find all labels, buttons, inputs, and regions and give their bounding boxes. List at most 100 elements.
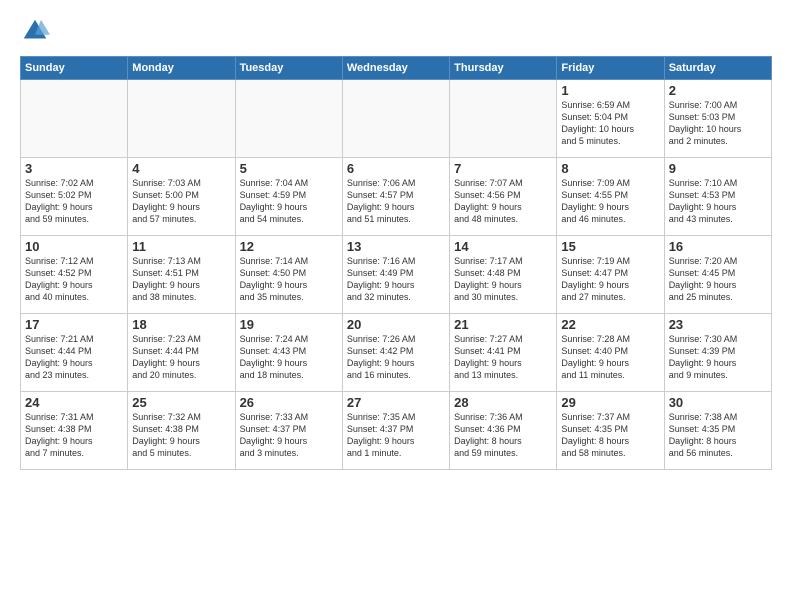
day-number: 5 — [240, 161, 338, 176]
day-number: 17 — [25, 317, 123, 332]
logo-icon — [20, 16, 50, 46]
calendar-cell: 6Sunrise: 7:06 AM Sunset: 4:57 PM Daylig… — [342, 158, 449, 236]
day-number: 4 — [132, 161, 230, 176]
calendar-week-2: 3Sunrise: 7:02 AM Sunset: 5:02 PM Daylig… — [21, 158, 772, 236]
day-info: Sunrise: 7:37 AM Sunset: 4:35 PM Dayligh… — [561, 411, 659, 460]
calendar-cell: 14Sunrise: 7:17 AM Sunset: 4:48 PM Dayli… — [450, 236, 557, 314]
day-number: 26 — [240, 395, 338, 410]
day-info: Sunrise: 7:14 AM Sunset: 4:50 PM Dayligh… — [240, 255, 338, 304]
calendar-cell: 17Sunrise: 7:21 AM Sunset: 4:44 PM Dayli… — [21, 314, 128, 392]
day-info: Sunrise: 7:30 AM Sunset: 4:39 PM Dayligh… — [669, 333, 767, 382]
calendar-cell: 4Sunrise: 7:03 AM Sunset: 5:00 PM Daylig… — [128, 158, 235, 236]
calendar-cell: 21Sunrise: 7:27 AM Sunset: 4:41 PM Dayli… — [450, 314, 557, 392]
day-number: 10 — [25, 239, 123, 254]
day-number: 25 — [132, 395, 230, 410]
day-info: Sunrise: 7:00 AM Sunset: 5:03 PM Dayligh… — [669, 99, 767, 148]
day-number: 27 — [347, 395, 445, 410]
calendar-cell: 18Sunrise: 7:23 AM Sunset: 4:44 PM Dayli… — [128, 314, 235, 392]
calendar-cell: 5Sunrise: 7:04 AM Sunset: 4:59 PM Daylig… — [235, 158, 342, 236]
calendar-body: 1Sunrise: 6:59 AM Sunset: 5:04 PM Daylig… — [21, 80, 772, 470]
day-info: Sunrise: 6:59 AM Sunset: 5:04 PM Dayligh… — [561, 99, 659, 148]
calendar-cell: 8Sunrise: 7:09 AM Sunset: 4:55 PM Daylig… — [557, 158, 664, 236]
day-number: 9 — [669, 161, 767, 176]
calendar-week-5: 24Sunrise: 7:31 AM Sunset: 4:38 PM Dayli… — [21, 392, 772, 470]
day-number: 20 — [347, 317, 445, 332]
calendar-week-4: 17Sunrise: 7:21 AM Sunset: 4:44 PM Dayli… — [21, 314, 772, 392]
day-header-friday: Friday — [557, 57, 664, 80]
day-info: Sunrise: 7:33 AM Sunset: 4:37 PM Dayligh… — [240, 411, 338, 460]
day-info: Sunrise: 7:16 AM Sunset: 4:49 PM Dayligh… — [347, 255, 445, 304]
day-info: Sunrise: 7:04 AM Sunset: 4:59 PM Dayligh… — [240, 177, 338, 226]
calendar-cell: 9Sunrise: 7:10 AM Sunset: 4:53 PM Daylig… — [664, 158, 771, 236]
day-info: Sunrise: 7:21 AM Sunset: 4:44 PM Dayligh… — [25, 333, 123, 382]
day-number: 24 — [25, 395, 123, 410]
day-header-thursday: Thursday — [450, 57, 557, 80]
calendar-cell — [235, 80, 342, 158]
calendar-cell: 23Sunrise: 7:30 AM Sunset: 4:39 PM Dayli… — [664, 314, 771, 392]
calendar-cell — [450, 80, 557, 158]
day-info: Sunrise: 7:26 AM Sunset: 4:42 PM Dayligh… — [347, 333, 445, 382]
calendar-week-1: 1Sunrise: 6:59 AM Sunset: 5:04 PM Daylig… — [21, 80, 772, 158]
day-info: Sunrise: 7:31 AM Sunset: 4:38 PM Dayligh… — [25, 411, 123, 460]
day-number: 22 — [561, 317, 659, 332]
day-info: Sunrise: 7:03 AM Sunset: 5:00 PM Dayligh… — [132, 177, 230, 226]
day-info: Sunrise: 7:20 AM Sunset: 4:45 PM Dayligh… — [669, 255, 767, 304]
calendar-cell: 15Sunrise: 7:19 AM Sunset: 4:47 PM Dayli… — [557, 236, 664, 314]
calendar-cell: 25Sunrise: 7:32 AM Sunset: 4:38 PM Dayli… — [128, 392, 235, 470]
day-number: 1 — [561, 83, 659, 98]
day-number: 7 — [454, 161, 552, 176]
calendar-cell — [342, 80, 449, 158]
calendar-cell: 24Sunrise: 7:31 AM Sunset: 4:38 PM Dayli… — [21, 392, 128, 470]
day-number: 6 — [347, 161, 445, 176]
day-info: Sunrise: 7:27 AM Sunset: 4:41 PM Dayligh… — [454, 333, 552, 382]
calendar-cell: 3Sunrise: 7:02 AM Sunset: 5:02 PM Daylig… — [21, 158, 128, 236]
day-info: Sunrise: 7:32 AM Sunset: 4:38 PM Dayligh… — [132, 411, 230, 460]
day-number: 8 — [561, 161, 659, 176]
calendar-cell: 30Sunrise: 7:38 AM Sunset: 4:35 PM Dayli… — [664, 392, 771, 470]
day-info: Sunrise: 7:17 AM Sunset: 4:48 PM Dayligh… — [454, 255, 552, 304]
day-info: Sunrise: 7:36 AM Sunset: 4:36 PM Dayligh… — [454, 411, 552, 460]
day-number: 29 — [561, 395, 659, 410]
day-number: 14 — [454, 239, 552, 254]
day-number: 21 — [454, 317, 552, 332]
calendar-cell: 29Sunrise: 7:37 AM Sunset: 4:35 PM Dayli… — [557, 392, 664, 470]
day-header-wednesday: Wednesday — [342, 57, 449, 80]
day-info: Sunrise: 7:09 AM Sunset: 4:55 PM Dayligh… — [561, 177, 659, 226]
day-info: Sunrise: 7:19 AM Sunset: 4:47 PM Dayligh… — [561, 255, 659, 304]
day-number: 23 — [669, 317, 767, 332]
day-number: 18 — [132, 317, 230, 332]
day-header-sunday: Sunday — [21, 57, 128, 80]
calendar-cell — [21, 80, 128, 158]
day-number: 2 — [669, 83, 767, 98]
day-info: Sunrise: 7:10 AM Sunset: 4:53 PM Dayligh… — [669, 177, 767, 226]
calendar-cell — [128, 80, 235, 158]
calendar-cell: 22Sunrise: 7:28 AM Sunset: 4:40 PM Dayli… — [557, 314, 664, 392]
day-number: 11 — [132, 239, 230, 254]
calendar-cell: 7Sunrise: 7:07 AM Sunset: 4:56 PM Daylig… — [450, 158, 557, 236]
day-number: 16 — [669, 239, 767, 254]
calendar-cell: 28Sunrise: 7:36 AM Sunset: 4:36 PM Dayli… — [450, 392, 557, 470]
day-number: 15 — [561, 239, 659, 254]
day-header-saturday: Saturday — [664, 57, 771, 80]
day-header-monday: Monday — [128, 57, 235, 80]
calendar-cell: 27Sunrise: 7:35 AM Sunset: 4:37 PM Dayli… — [342, 392, 449, 470]
day-info: Sunrise: 7:12 AM Sunset: 4:52 PM Dayligh… — [25, 255, 123, 304]
day-info: Sunrise: 7:24 AM Sunset: 4:43 PM Dayligh… — [240, 333, 338, 382]
calendar-cell: 20Sunrise: 7:26 AM Sunset: 4:42 PM Dayli… — [342, 314, 449, 392]
calendar-cell: 10Sunrise: 7:12 AM Sunset: 4:52 PM Dayli… — [21, 236, 128, 314]
day-number: 3 — [25, 161, 123, 176]
day-header-tuesday: Tuesday — [235, 57, 342, 80]
logo — [20, 16, 54, 46]
calendar-table: SundayMondayTuesdayWednesdayThursdayFrid… — [20, 56, 772, 470]
calendar-cell: 19Sunrise: 7:24 AM Sunset: 4:43 PM Dayli… — [235, 314, 342, 392]
day-number: 30 — [669, 395, 767, 410]
day-info: Sunrise: 7:35 AM Sunset: 4:37 PM Dayligh… — [347, 411, 445, 460]
day-number: 28 — [454, 395, 552, 410]
day-info: Sunrise: 7:28 AM Sunset: 4:40 PM Dayligh… — [561, 333, 659, 382]
day-info: Sunrise: 7:13 AM Sunset: 4:51 PM Dayligh… — [132, 255, 230, 304]
page-header — [20, 16, 772, 46]
calendar-cell: 1Sunrise: 6:59 AM Sunset: 5:04 PM Daylig… — [557, 80, 664, 158]
calendar-header-row: SundayMondayTuesdayWednesdayThursdayFrid… — [21, 57, 772, 80]
calendar-week-3: 10Sunrise: 7:12 AM Sunset: 4:52 PM Dayli… — [21, 236, 772, 314]
calendar-cell: 2Sunrise: 7:00 AM Sunset: 5:03 PM Daylig… — [664, 80, 771, 158]
